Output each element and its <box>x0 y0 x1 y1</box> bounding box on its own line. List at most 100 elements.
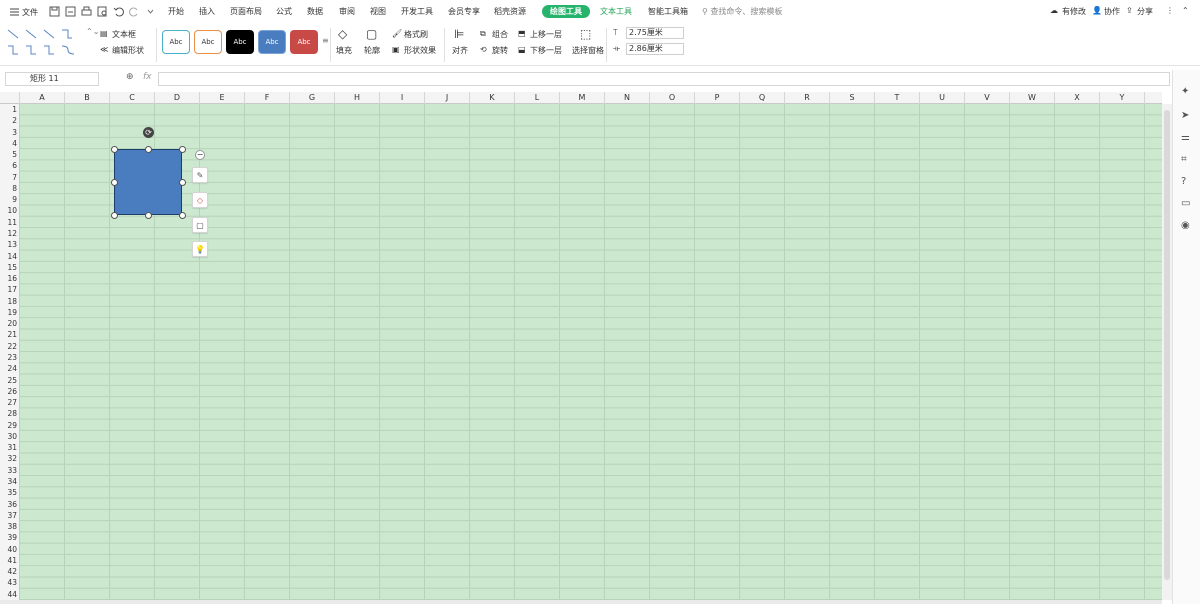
resize-handle-bottom[interactable] <box>145 212 152 219</box>
row-header[interactable]: 40 <box>0 544 20 555</box>
edit-text-tool[interactable]: ✎ <box>192 167 208 183</box>
textbox-button[interactable]: 文本框 <box>112 29 136 40</box>
column-header[interactable]: A <box>20 92 65 104</box>
resize-handle-right[interactable] <box>179 179 186 186</box>
outline-tool[interactable]: ▢ <box>192 217 208 233</box>
group-button[interactable]: 组合 <box>492 29 508 40</box>
edit-shape-button[interactable]: 编辑形状 <box>112 45 144 56</box>
row-header[interactable]: 44 <box>0 589 20 600</box>
tab-home[interactable]: 开始 <box>168 6 184 17</box>
row-header[interactable]: 1 <box>0 104 20 115</box>
column-header[interactable]: L <box>515 92 560 104</box>
row-header[interactable]: 36 <box>0 499 20 510</box>
row-header[interactable]: 3 <box>0 127 20 138</box>
tab-docer[interactable]: 稻壳资源 <box>494 6 526 17</box>
tab-review[interactable]: 审阅 <box>339 6 355 17</box>
row-header[interactable]: 37 <box>0 510 20 521</box>
fill-button[interactable]: 填充 <box>336 45 352 56</box>
column-header[interactable]: H <box>335 92 380 104</box>
row-header[interactable]: 39 <box>0 532 20 543</box>
shape-width-input[interactable]: 2.86厘米 <box>626 43 684 55</box>
column-header[interactable]: G <box>290 92 335 104</box>
row-header[interactable]: 17 <box>0 284 20 295</box>
column-header[interactable]: W <box>1010 92 1055 104</box>
collapse-ribbon-icon[interactable]: ⌃ <box>1182 6 1189 15</box>
tab-formula[interactable]: 公式 <box>276 6 292 17</box>
row-header[interactable]: 2 <box>0 115 20 126</box>
scrollbar-thumb[interactable] <box>1164 110 1170 580</box>
column-header[interactable]: O <box>650 92 695 104</box>
column-header[interactable]: R <box>785 92 830 104</box>
column-header[interactable]: X <box>1055 92 1100 104</box>
column-header[interactable]: N <box>605 92 650 104</box>
tab-member[interactable]: 会员专享 <box>448 6 480 17</box>
style-icon[interactable]: ✦ <box>1181 86 1189 97</box>
save-icon[interactable] <box>49 6 60 17</box>
column-header[interactable]: M <box>560 92 605 104</box>
zoom-icon[interactable]: ⊕ <box>126 72 134 82</box>
select-cursor-icon[interactable]: ➤ <box>1181 110 1189 121</box>
column-header[interactable]: U <box>920 92 965 104</box>
resize-handle-top[interactable] <box>145 146 152 153</box>
rotate-handle-icon[interactable]: ⟳ <box>143 127 154 138</box>
bring-forward-button[interactable]: 上移一层 <box>530 29 562 40</box>
row-header[interactable]: 21 <box>0 329 20 340</box>
row-header[interactable]: 12 <box>0 228 20 239</box>
format-painter-button[interactable]: 格式刷 <box>404 29 428 40</box>
shape-style-orange[interactable]: Abc <box>194 30 222 54</box>
tab-insert[interactable]: 插入 <box>199 6 215 17</box>
row-header[interactable]: 43 <box>0 577 20 588</box>
resize-handle-top-left[interactable] <box>111 146 118 153</box>
vertical-scrollbar[interactable] <box>1162 104 1172 600</box>
smart-tip-tool[interactable]: 💡 <box>192 241 208 257</box>
resize-handle-top-right[interactable] <box>179 146 186 153</box>
quick-access-dropdown-icon[interactable] <box>145 6 156 17</box>
rotate-button[interactable]: 旋转 <box>492 45 508 56</box>
command-search[interactable]: ⚲ 查找命令、搜索模板 <box>702 6 782 17</box>
tab-drawing-tools[interactable]: 绘图工具 <box>542 5 590 18</box>
print-preview-icon[interactable] <box>97 6 108 17</box>
send-backward-button[interactable]: 下移一层 <box>530 45 562 56</box>
row-header[interactable]: 26 <box>0 386 20 397</box>
shape-style-teal[interactable]: Abc <box>162 30 190 54</box>
tab-view[interactable]: 视图 <box>370 6 386 17</box>
tab-smart-toolbox[interactable]: 智能工具箱 <box>648 6 688 17</box>
column-header[interactable]: J <box>425 92 470 104</box>
column-header[interactable]: S <box>830 92 875 104</box>
select-all-corner[interactable] <box>0 92 20 104</box>
row-header[interactable]: 4 <box>0 138 20 149</box>
row-header[interactable]: 16 <box>0 273 20 284</box>
shape-style-blue[interactable]: Abc <box>258 30 286 54</box>
export-pdf-icon[interactable] <box>65 6 76 17</box>
selection-pane-button[interactable]: 选择窗格 <box>572 45 604 56</box>
row-header[interactable]: 30 <box>0 431 20 442</box>
column-header[interactable]: E <box>200 92 245 104</box>
backup-icon[interactable]: ▭ <box>1181 198 1190 209</box>
row-header[interactable]: 34 <box>0 476 20 487</box>
shape-effects-button[interactable]: 形状效果 <box>404 45 436 56</box>
collaborate-button[interactable]: 协作 <box>1104 6 1120 17</box>
name-box[interactable]: 矩形 11 <box>5 72 99 86</box>
tab-developer[interactable]: 开发工具 <box>401 6 433 17</box>
crop-icon[interactable]: ⌗ <box>1181 154 1187 165</box>
row-header[interactable]: 13 <box>0 239 20 250</box>
hamburger-icon[interactable] <box>9 6 20 17</box>
column-header[interactable]: V <box>965 92 1010 104</box>
row-header[interactable]: 6 <box>0 160 20 171</box>
outline-button[interactable]: 轮廓 <box>364 45 380 56</box>
column-header[interactable]: I <box>380 92 425 104</box>
column-header[interactable]: K <box>470 92 515 104</box>
selected-rectangle-shape[interactable] <box>114 149 182 215</box>
resize-handle-bottom-right[interactable] <box>179 212 186 219</box>
share-button[interactable]: 分享 <box>1137 6 1153 17</box>
row-header[interactable]: 5 <box>0 149 20 160</box>
collapse-toolbar-icon[interactable]: − <box>195 150 205 160</box>
property-sliders-icon[interactable]: ⚌ <box>1181 132 1190 143</box>
row-header[interactable]: 31 <box>0 442 20 453</box>
row-header[interactable]: 11 <box>0 217 20 228</box>
row-header[interactable]: 19 <box>0 307 20 318</box>
shape-height-input[interactable]: 2.75厘米 <box>626 27 684 39</box>
row-header[interactable]: 22 <box>0 341 20 352</box>
row-header[interactable]: 15 <box>0 262 20 273</box>
row-header[interactable]: 32 <box>0 453 20 464</box>
